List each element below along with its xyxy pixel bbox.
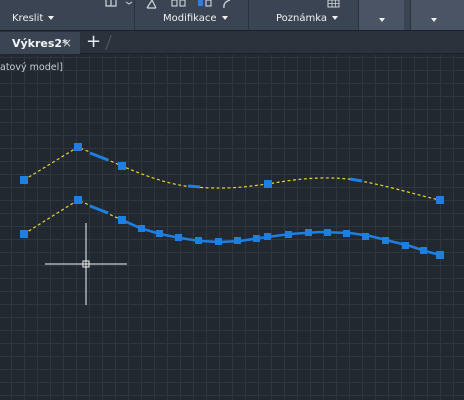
grip[interactable]: [264, 180, 272, 188]
grip[interactable]: [285, 231, 292, 238]
grip[interactable]: [420, 247, 427, 254]
grip[interactable]: [118, 162, 126, 170]
grip[interactable]: [118, 216, 126, 224]
grip[interactable]: [175, 234, 182, 241]
grip[interactable]: [436, 196, 444, 204]
grip[interactable]: [156, 230, 163, 237]
lower-spline-segment: [89, 204, 109, 215]
upper-spline-segment: [187, 184, 201, 189]
grip[interactable]: [234, 237, 241, 244]
grip[interactable]: [195, 237, 202, 244]
grip[interactable]: [215, 238, 222, 245]
grip[interactable]: [436, 251, 444, 259]
grip[interactable]: [264, 233, 271, 240]
grip[interactable]: [362, 233, 369, 240]
upper-spline[interactable]: [23, 146, 441, 201]
lower-spline-segment: [121, 218, 441, 257]
grip[interactable]: [74, 196, 82, 204]
crosshair-cursor-icon: [45, 223, 127, 305]
upper-spline-segment: [89, 151, 109, 162]
grip[interactable]: [343, 230, 350, 237]
grip[interactable]: [138, 225, 145, 232]
grip[interactable]: [324, 229, 331, 236]
grip[interactable]: [382, 237, 389, 244]
grip[interactable]: [253, 235, 260, 242]
grip[interactable]: [20, 230, 28, 238]
grip[interactable]: [402, 242, 409, 249]
drawing-area: [20, 143, 444, 305]
upper-spline-segment: [349, 177, 363, 183]
grip[interactable]: [74, 143, 82, 151]
grip[interactable]: [305, 229, 312, 236]
grip[interactable]: [20, 176, 28, 184]
